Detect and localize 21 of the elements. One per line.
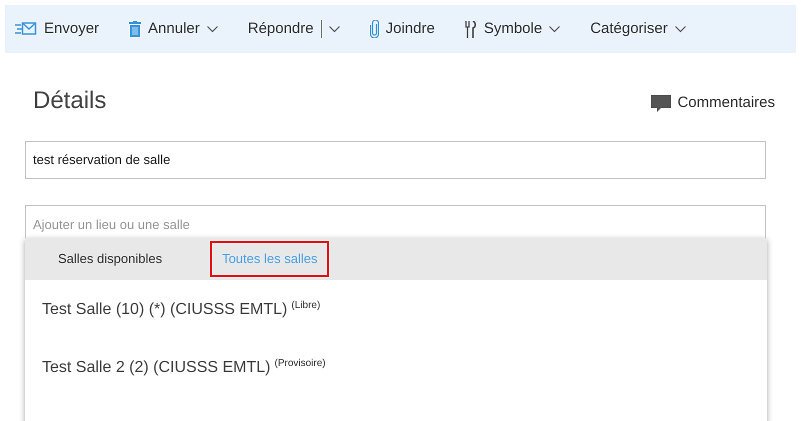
caret-icon (549, 26, 560, 32)
comments-button[interactable]: Commentaires (651, 92, 775, 114)
toolbar-button[interactable]: Symbole (464, 18, 560, 40)
section-title: Détails (33, 86, 106, 116)
paperclip-icon (370, 20, 379, 38)
subject-field[interactable]: test réservation de salle (25, 141, 766, 179)
toolbar-button[interactable]: Catégoriser (590, 18, 686, 40)
toolbar-button[interactable]: Annuler (129, 18, 218, 40)
caret-icon (674, 26, 686, 32)
room-option[interactable]: Test Salle (10) (*) (CIUSSS EMTL) (Libre) (42, 298, 767, 322)
toolbar-button[interactable]: Joindre (370, 18, 435, 40)
fork-knife-icon (464, 20, 477, 38)
caret-icon (328, 26, 340, 32)
toolbar-button[interactable]: Envoyer (15, 18, 100, 40)
trash-icon (129, 21, 142, 37)
caret-icon (206, 26, 218, 32)
room-option[interactable]: Test Salle 2 (2) (CIUSSS EMTL) (Provisoire) (42, 356, 767, 380)
envelope-icon (15, 22, 37, 36)
speech-bubble-icon (651, 94, 672, 112)
room-tab[interactable]: Salles disponibles (46, 241, 174, 277)
toolbar-button[interactable]: Répondre (248, 18, 340, 40)
